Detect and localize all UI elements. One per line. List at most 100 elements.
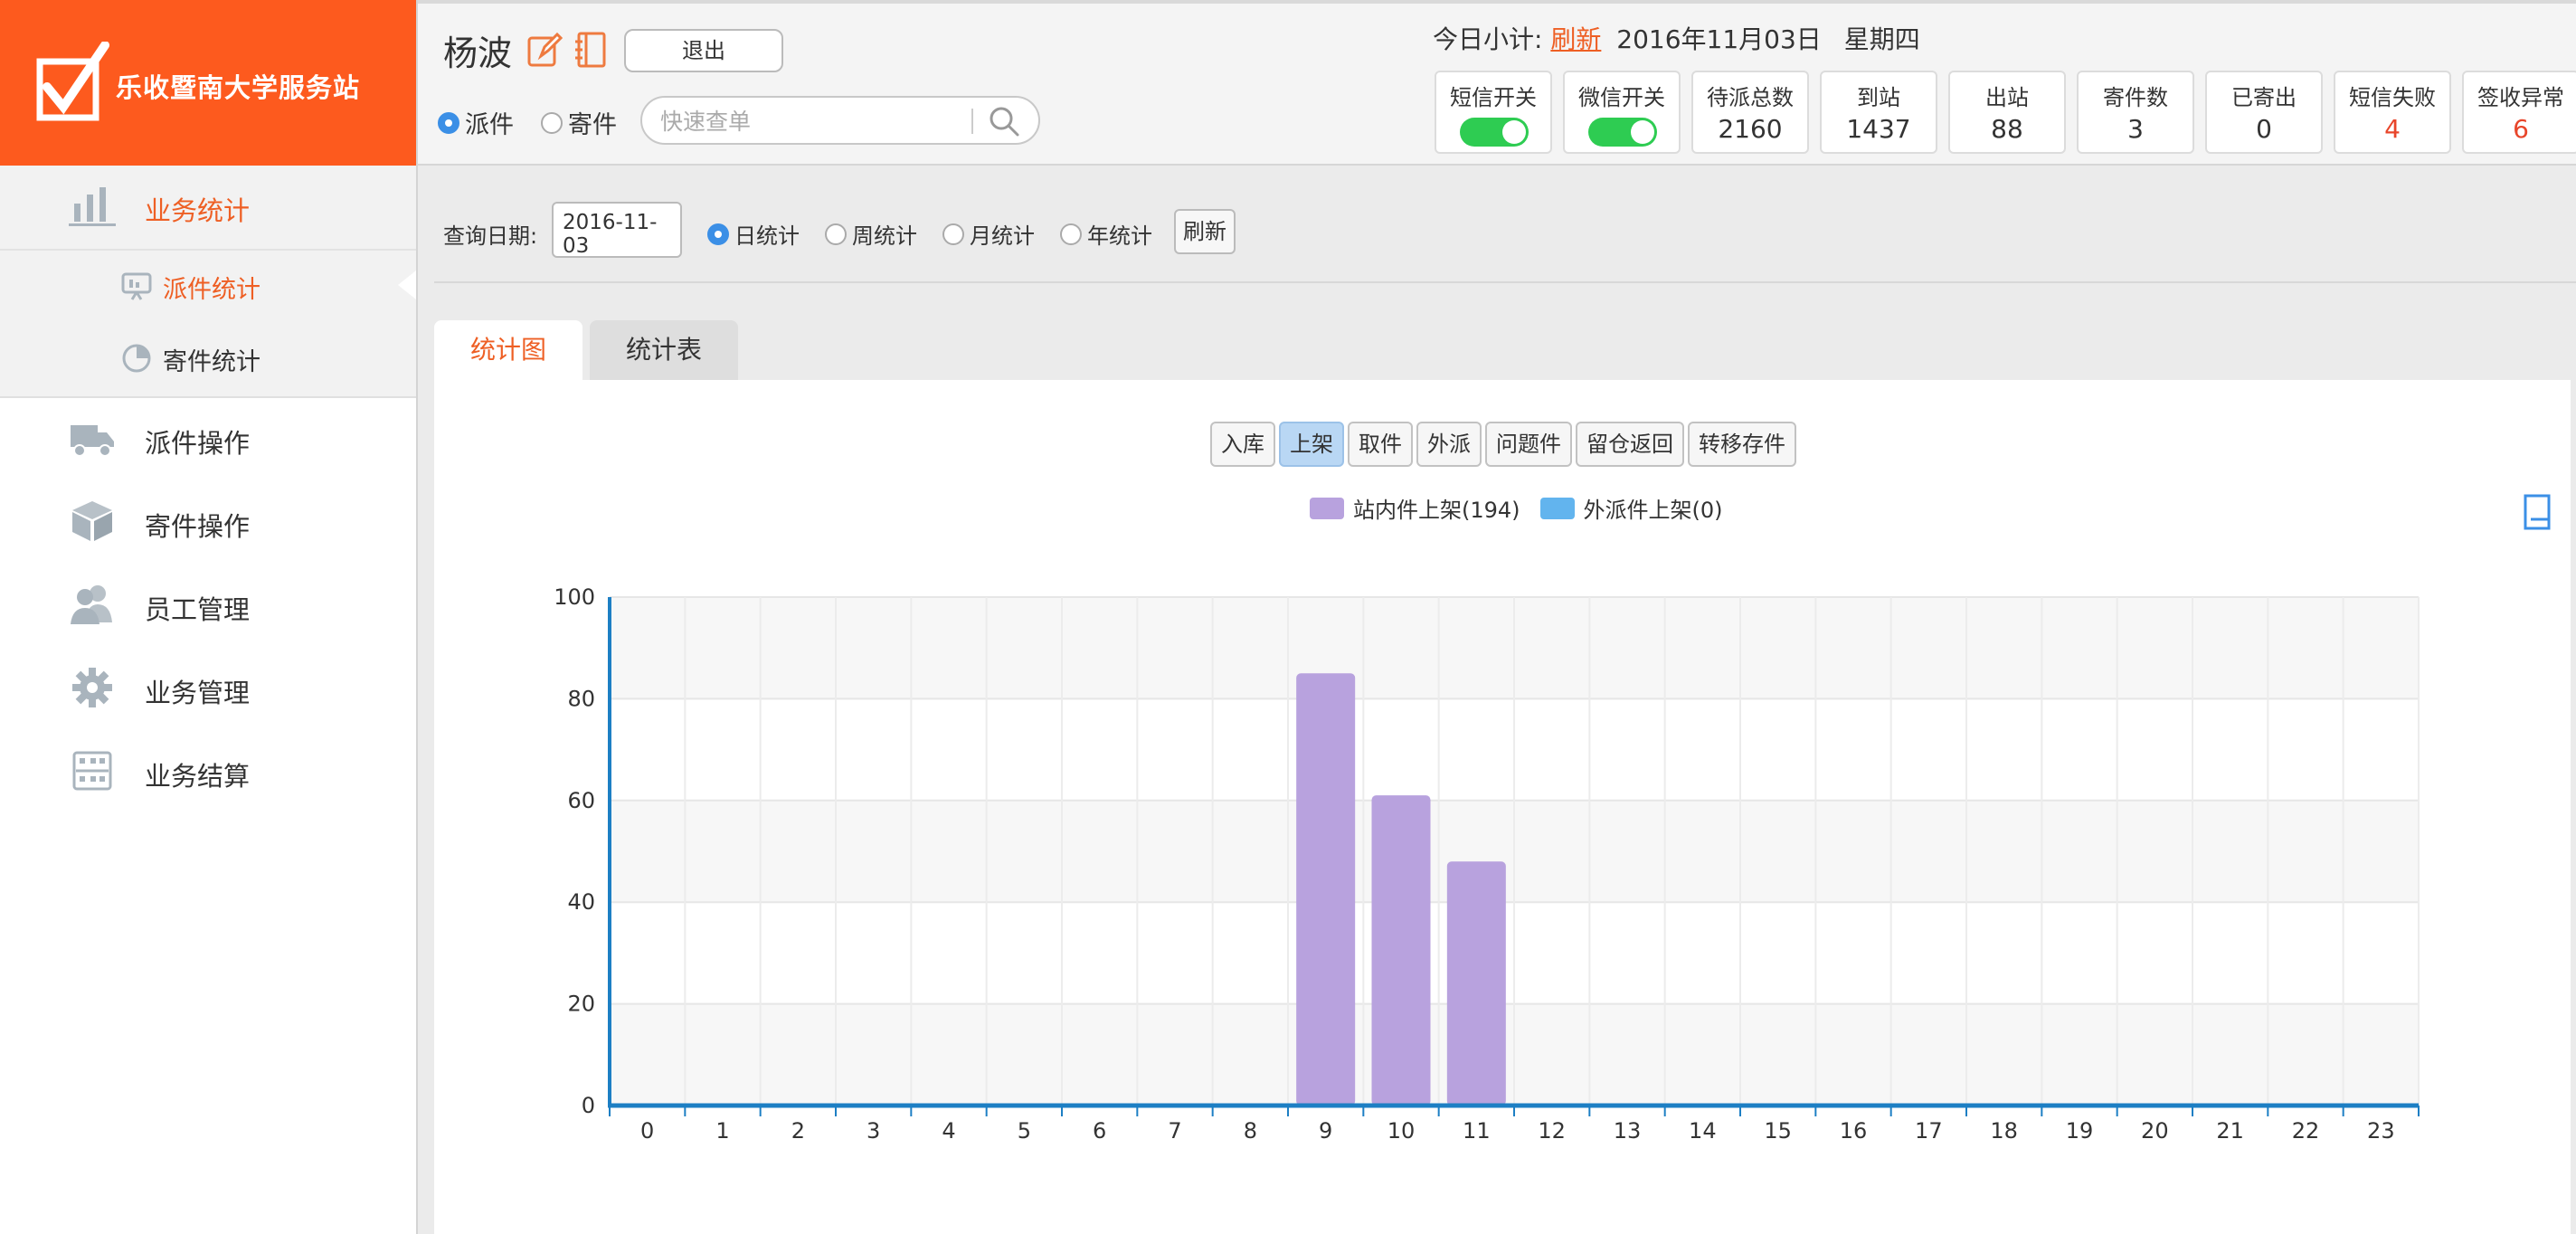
- sidebar-item-label: 业务管理: [145, 678, 251, 708]
- stat-label: 短信开关: [1450, 85, 1537, 110]
- radio-dot: [825, 223, 847, 245]
- x-tick-label: 17: [1915, 1118, 1943, 1144]
- x-tick-label: 13: [1614, 1118, 1642, 1144]
- mode-radio-send[interactable]: 寄件: [541, 105, 617, 140]
- bar-chart-icon: [69, 187, 116, 226]
- radio-label: 年统计: [1087, 223, 1152, 249]
- x-tick-label: 18: [1990, 1118, 2018, 1144]
- users-icon: [71, 585, 112, 624]
- x-tick-label: 5: [1018, 1118, 1031, 1144]
- today-label: 今日小计:: [1433, 24, 1543, 54]
- stat-value: 3: [2127, 114, 2144, 144]
- x-tick-label: 21: [2216, 1118, 2244, 1144]
- sidebar-item-send-ops[interactable]: 寄件操作: [0, 481, 416, 563]
- today-weekday: 星期四: [1843, 24, 1920, 54]
- edit-icon[interactable]: [526, 31, 563, 69]
- sidebar-item-staff[interactable]: 员工管理: [0, 565, 416, 646]
- search-input[interactable]: [658, 105, 979, 138]
- sidebar-item-label: 派件操作: [145, 428, 251, 459]
- x-tick-label: 20: [2141, 1118, 2169, 1144]
- bar: [1446, 861, 1506, 1106]
- stat-label: 寄件数: [2103, 85, 2168, 110]
- stat-value: 1437: [1846, 114, 1911, 144]
- date-input[interactable]: 2016-11-03: [552, 202, 682, 258]
- radio-dot: [942, 223, 964, 245]
- sidebar-item-business-mgmt[interactable]: 业务管理: [0, 648, 416, 729]
- sidebar-subitem-send-stats[interactable]: 寄件统计: [0, 323, 416, 392]
- x-tick-label: 11: [1463, 1118, 1491, 1144]
- x-tick-label: 12: [1538, 1118, 1566, 1144]
- stat-card-sign-abnormal[interactable]: 签收异常 6: [2462, 71, 2576, 154]
- refresh-link[interactable]: 刷新: [1550, 24, 1601, 54]
- stat-value: 2160: [1718, 114, 1783, 144]
- refresh-button[interactable]: 刷新: [1174, 209, 1236, 254]
- x-tick-label: 8: [1244, 1118, 1257, 1144]
- period-radio-year[interactable]: 年统计: [1060, 218, 1152, 250]
- x-tick-label: 14: [1689, 1118, 1717, 1144]
- y-tick-label: 100: [554, 584, 595, 610]
- tab-table[interactable]: 统计表: [590, 320, 738, 380]
- stat-label: 到站: [1857, 85, 1900, 110]
- search-icon[interactable]: [988, 105, 1020, 138]
- x-tick-label: 1: [715, 1118, 729, 1144]
- stat-card-sms-switch: 短信开关: [1435, 71, 1552, 154]
- x-tick-label: 0: [640, 1118, 654, 1144]
- x-tick-label: 23: [2367, 1118, 2395, 1144]
- y-tick-label: 20: [567, 992, 595, 1017]
- checkbox-logo-icon: [36, 42, 109, 121]
- stat-card-sent[interactable]: 已寄出 0: [2205, 71, 2323, 154]
- logo: 乐收暨南大学服务站: [0, 0, 416, 166]
- today-date: 2016年11月03日: [1616, 24, 1822, 54]
- sidebar-item-label: 员工管理: [145, 594, 251, 625]
- sidebar-item-business-stats[interactable]: 业务统计: [0, 166, 416, 247]
- stat-card-sms-failed[interactable]: 短信失败 4: [2334, 71, 2451, 154]
- sidebar-item-dispatch-ops[interactable]: 派件操作: [0, 398, 416, 479]
- x-tick-label: 16: [1840, 1118, 1868, 1144]
- filter-bar: 查询日期: 2016-11-03 日统计 周统计 月统计 年统计 刷新: [418, 166, 2576, 283]
- x-tick-label: 9: [1319, 1118, 1332, 1144]
- logout-button[interactable]: 退出: [624, 29, 783, 72]
- stat-card-wechat-switch: 微信开关: [1563, 71, 1681, 154]
- radio-label: 派件: [465, 111, 514, 139]
- abacus-icon: [72, 751, 112, 791]
- y-tick-label: 80: [567, 686, 595, 711]
- y-tick-label: 0: [582, 1093, 595, 1118]
- x-tick-label: 3: [867, 1118, 880, 1144]
- stat-card-send-count[interactable]: 寄件数 3: [2077, 71, 2194, 154]
- notebook-icon[interactable]: [573, 31, 610, 69]
- x-tick-label: 15: [1764, 1118, 1792, 1144]
- box-icon: [72, 501, 112, 541]
- stat-label: 出站: [1985, 85, 2029, 110]
- stat-value: 4: [2384, 114, 2401, 144]
- divider: [971, 109, 973, 134]
- pie-icon: [122, 344, 151, 373]
- period-radio-day[interactable]: 日统计: [707, 218, 800, 250]
- wechat-toggle[interactable]: [1588, 118, 1657, 147]
- mode-radio-dispatch[interactable]: 派件: [438, 105, 514, 140]
- sidebar-subitem-dispatch-stats[interactable]: 派件统计: [0, 251, 416, 319]
- header: 杨波 退出 派件 寄件 今日小计: 刷新 2016年11月03日 星期四 短信开…: [418, 0, 2576, 166]
- stat-value: 88: [1991, 114, 2023, 144]
- user-name: 杨波: [443, 33, 513, 73]
- stat-value: 0: [2256, 114, 2272, 144]
- tab-chart[interactable]: 统计图: [434, 320, 582, 380]
- stat-card-outbound[interactable]: 出站 88: [1948, 71, 2066, 154]
- today-summary: 今日小计: 刷新 2016年11月03日 星期四: [1433, 20, 1920, 56]
- radio-dot: [707, 223, 729, 245]
- x-tick-label: 4: [942, 1118, 955, 1144]
- period-radio-month[interactable]: 月统计: [942, 218, 1035, 250]
- radio-dot: [1060, 223, 1082, 245]
- period-radio-week[interactable]: 周统计: [825, 218, 917, 250]
- bar-chart: 0204060801000 1 2 3 4 5 6 7 8 9 10 11 12 13 14 15 16 17 18…: [554, 584, 2420, 1144]
- sms-toggle[interactable]: [1460, 118, 1529, 147]
- stat-card-pending[interactable]: 待派总数 2160: [1691, 71, 1809, 154]
- sidebar-item-settlement[interactable]: 业务结算: [0, 731, 416, 812]
- radio-label: 日统计: [734, 223, 800, 249]
- nav-group-stats: 业务统计 派件统计 寄件统计: [0, 166, 416, 398]
- stat-card-arrived[interactable]: 到站 1437: [1820, 71, 1937, 154]
- x-tick-label: 6: [1093, 1118, 1106, 1144]
- search-box: [640, 96, 1040, 145]
- bar: [1296, 673, 1356, 1106]
- stat-label: 已寄出: [2231, 85, 2297, 110]
- stat-label: 微信开关: [1578, 85, 1665, 110]
